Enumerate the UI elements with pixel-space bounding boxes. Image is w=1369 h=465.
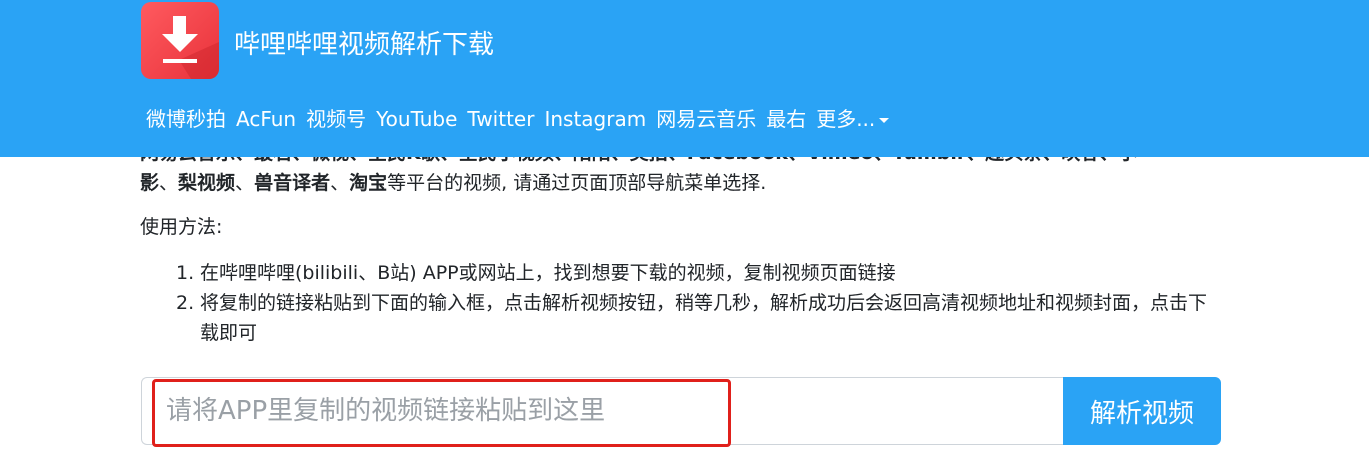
nav-item-netease-music[interactable]: 网易云音乐 — [656, 105, 756, 133]
nav-item-channels[interactable]: 视频号 — [306, 105, 366, 133]
intro-tail: 等平台的视频, 请通过页面顶部导航菜单选择. — [387, 172, 767, 194]
video-url-input[interactable] — [141, 377, 1063, 445]
parse-video-button[interactable]: 解析视频 — [1063, 377, 1221, 445]
nav-more-label: 更多... — [816, 107, 876, 131]
step-text: 在哔哩哔哩(bilibili、B站) APP或网站上，找到想要下载的视频，复制视… — [200, 262, 896, 284]
separator: 、 — [159, 172, 179, 194]
chevron-down-icon — [879, 118, 890, 123]
nav-item-instagram[interactable]: Instagram — [544, 105, 646, 133]
intro-line-2: 影、梨视频、兽音译者、淘宝等平台的视频, 请通过页面顶部导航菜单选择. — [140, 168, 1220, 198]
nav-item-weibo[interactable]: 微博秒拍 — [146, 105, 226, 133]
step-number: 1. — [176, 262, 195, 284]
site-header: 哔哩哔哩视频解析下载 微博秒拍 AcFun 视频号 YouTube Twitte… — [0, 0, 1369, 157]
nav-item-zuiyou[interactable]: 最右 — [766, 105, 806, 133]
separator: 、 — [235, 172, 255, 194]
separator: 、 — [330, 172, 350, 194]
nav-item-youtube[interactable]: YouTube — [376, 105, 457, 133]
download-icon[interactable] — [141, 2, 219, 79]
usage-label: 使用方法: — [140, 216, 223, 238]
url-input-group: 解析视频 — [141, 377, 1221, 445]
intro-platform: 淘宝 — [349, 172, 388, 194]
list-item: 2. 将复制的链接粘贴到下面的输入框，点击解析视频按钮，稍等几秒，解析成功后会返… — [176, 288, 1216, 348]
intro-platform: 兽音译者 — [254, 172, 331, 194]
site-title[interactable]: 哔哩哔哩视频解析下载 — [234, 24, 494, 61]
step-number: 2. — [176, 292, 195, 314]
intro-platform: 梨视频 — [178, 172, 236, 194]
step-text: 将复制的链接粘贴到下面的输入框，点击解析视频按钮，稍等几秒，解析成功后会返回高清… — [200, 292, 1208, 344]
intro-platform: 影 — [140, 172, 160, 194]
nav-item-acfun[interactable]: AcFun — [236, 105, 296, 133]
nav-item-twitter[interactable]: Twitter — [467, 105, 534, 133]
list-item: 1. 在哔哩哔哩(bilibili、B站) APP或网站上，找到想要下载的视频，… — [176, 258, 1216, 288]
top-nav: 微博秒拍 AcFun 视频号 YouTube Twitter Instagram… — [146, 105, 890, 133]
nav-more-dropdown[interactable]: 更多... — [816, 105, 890, 133]
usage-steps: 1. 在哔哩哔哩(bilibili、B站) APP或网站上，找到想要下载的视频，… — [176, 258, 1216, 348]
